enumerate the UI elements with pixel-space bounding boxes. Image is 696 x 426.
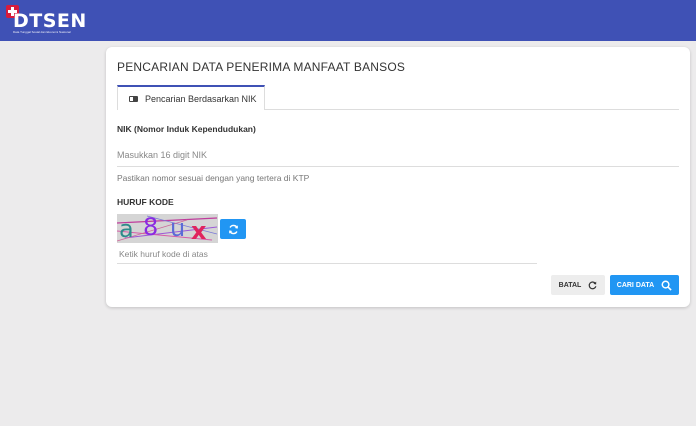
refresh-icon: [589, 280, 597, 289]
tab-bar: Pencarian Berdasarkan NIK: [117, 85, 679, 110]
nik-hint: Pastikan nomor sesuai dengan yang terter…: [117, 173, 310, 183]
captcha-char: 8: [143, 214, 159, 241]
search-card: PENCARIAN DATA PENERIMA MANFAAT BANSOS P…: [106, 47, 690, 307]
page-title: PENCARIAN DATA PENERIMA MANFAAT BANSOS: [117, 60, 406, 74]
captcha-char: u: [170, 214, 186, 242]
tab-search-by-nik[interactable]: Pencarian Berdasarkan NIK: [117, 85, 265, 110]
refresh-icon: [228, 224, 238, 234]
logo-subtitle: Data Tunggal Sosial dan Ekonomi Nasional: [13, 31, 71, 34]
captcha-char: a: [119, 215, 134, 243]
cancel-button[interactable]: BATAL: [551, 275, 605, 295]
tab-label: Pencarian Berdasarkan NIK: [145, 93, 257, 104]
captcha-code-input[interactable]: [117, 245, 537, 264]
nik-input[interactable]: [117, 144, 679, 167]
logo-text: DTSEN: [13, 10, 87, 32]
id-card-icon: [129, 95, 138, 102]
search-button[interactable]: CARI DATA: [610, 275, 679, 295]
nik-label: NIK (Nomor Induk Kependudukan): [117, 124, 256, 134]
top-bar: DTSEN Data Tunggal Sosial dan Ekonomi Na…: [0, 0, 696, 41]
dtsen-logo: DTSEN Data Tunggal Sosial dan Ekonomi Na…: [6, 5, 87, 37]
captcha-char: x: [191, 217, 207, 243]
captcha-label: HURUF KODE: [117, 197, 174, 207]
captcha-refresh-button[interactable]: [220, 219, 246, 239]
search-icon: [661, 280, 672, 291]
captcha-image: a 8 u x: [117, 214, 218, 243]
search-label: CARI DATA: [616, 281, 655, 289]
cancel-label: BATAL: [558, 281, 582, 289]
